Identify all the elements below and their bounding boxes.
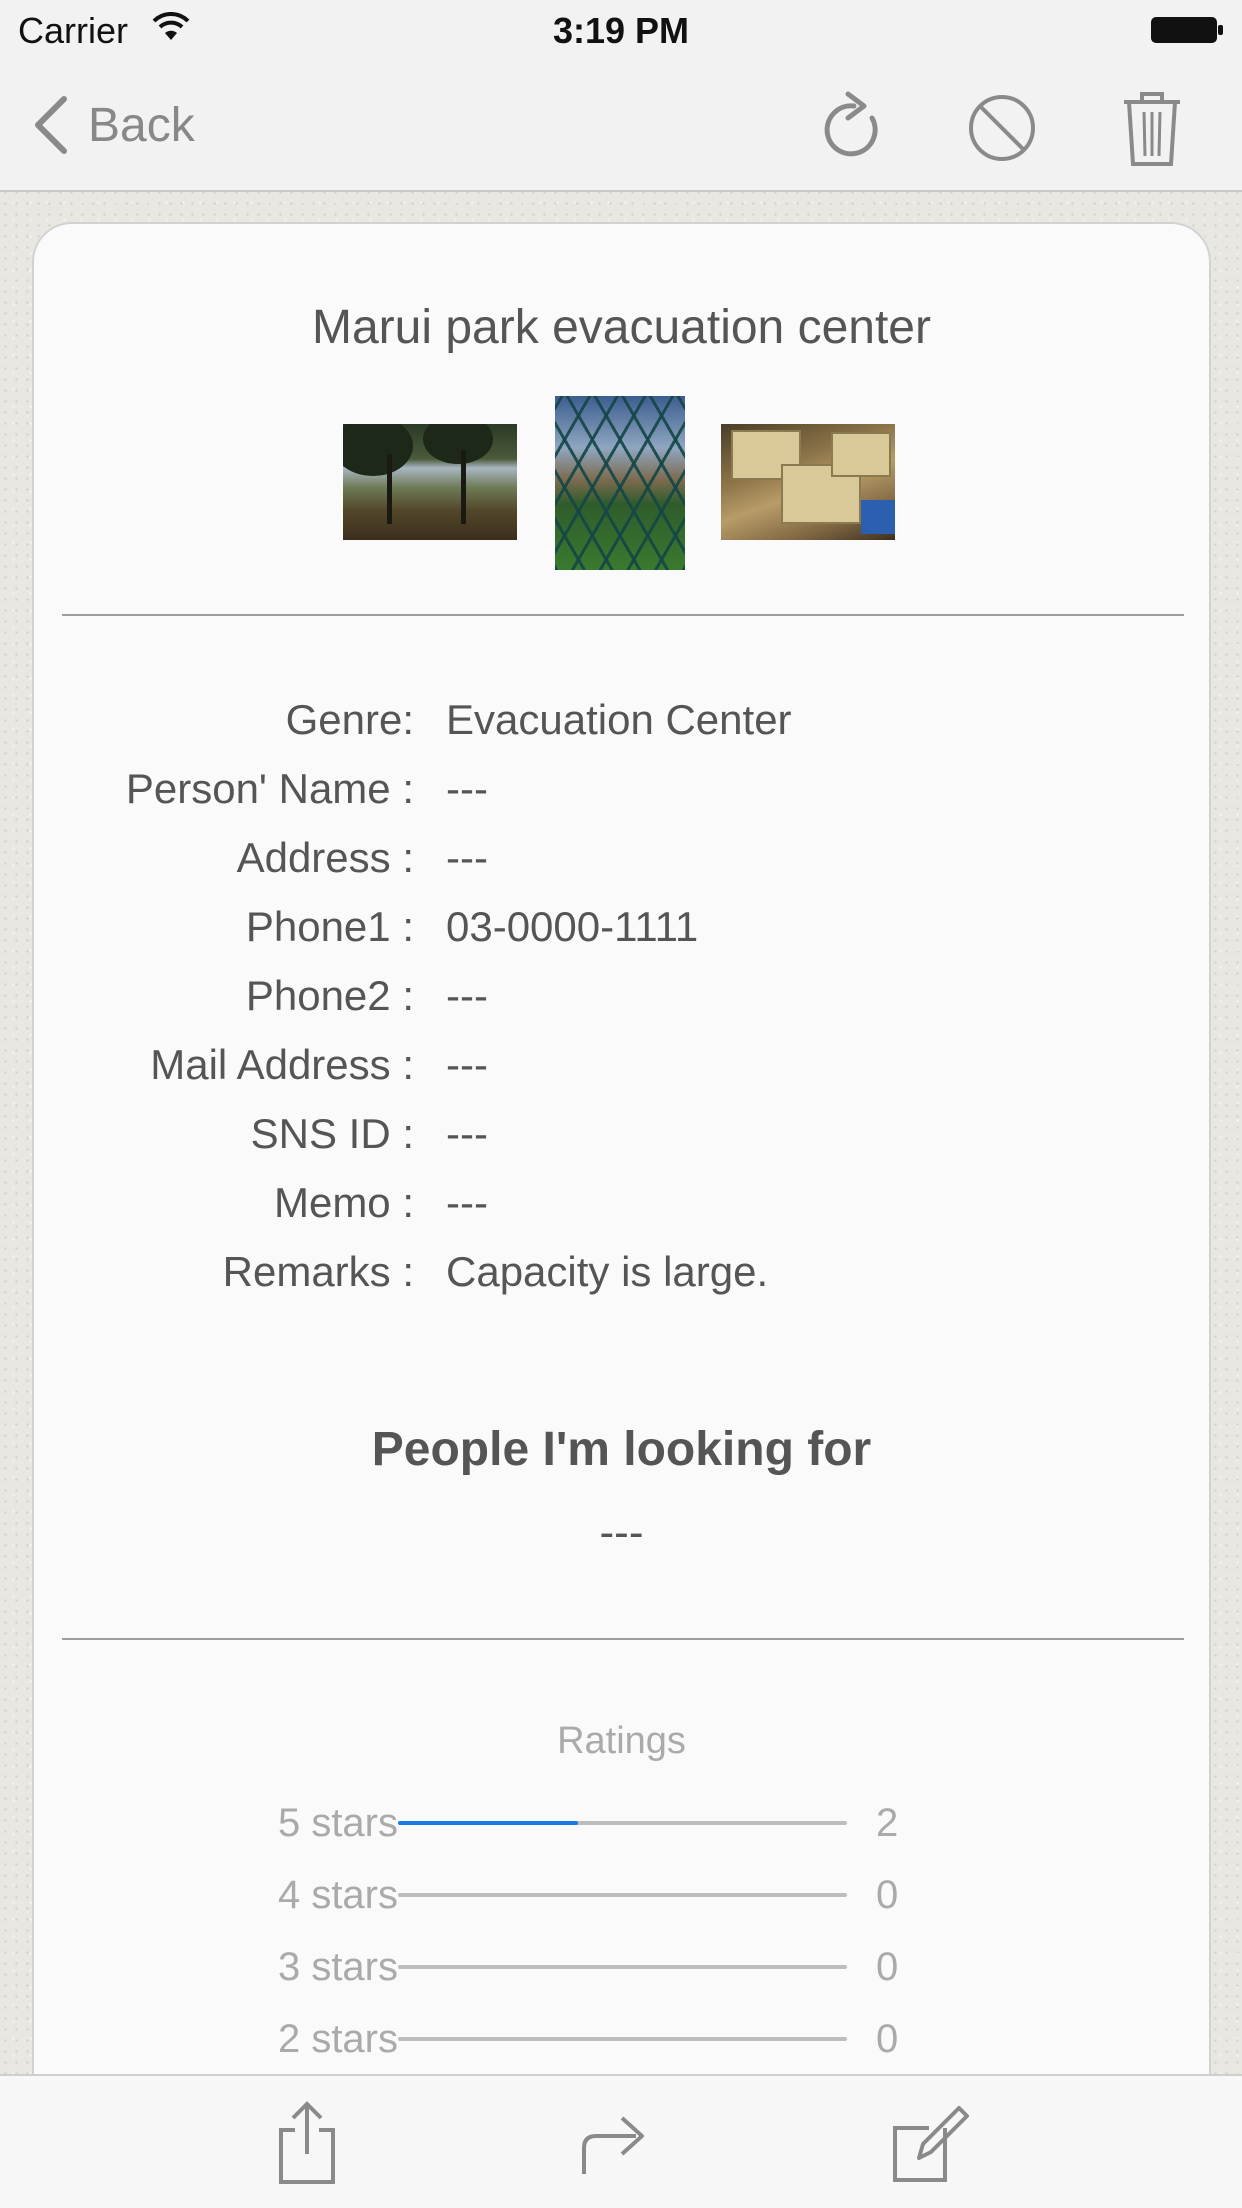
refresh-icon[interactable] — [814, 88, 890, 168]
rating-row-3-stars: 3 stars 0 — [34, 1942, 1209, 1992]
photo-thumbnail-park[interactable] — [343, 424, 517, 540]
field-label: SNS ID : — [250, 1110, 414, 1157]
battery-icon — [1151, 17, 1223, 43]
rating-bar — [398, 2037, 847, 2041]
divider — [62, 614, 1184, 616]
field-label: Phone1 : — [245, 903, 414, 950]
photo-thumbnail-fence[interactable] — [555, 396, 685, 570]
rating-label: 2 stars — [277, 2017, 398, 2061]
field-label: Mail Address : — [150, 1041, 414, 1088]
looking-for-value: --- — [599, 1508, 644, 1557]
field-address: Address : --- — [34, 828, 1209, 888]
field-memo: Memo : --- — [34, 1173, 1209, 1233]
rating-count: 2 — [876, 1801, 899, 1845]
rating-count: 0 — [876, 1873, 899, 1917]
looking-for-heading: People I'm looking for — [371, 1423, 872, 1476]
field-value: --- — [446, 1110, 488, 1157]
chevron-left-icon — [35, 96, 67, 154]
field-value: --- — [446, 972, 488, 1019]
rating-label: 5 stars — [277, 1801, 398, 1845]
status-time: 3:19 PM — [552, 10, 690, 51]
field-value: --- — [446, 765, 488, 812]
rating-bar — [398, 1965, 847, 1969]
field-label: Phone2 : — [245, 972, 414, 1019]
back-button[interactable]: Back — [30, 90, 195, 160]
forward-icon[interactable] — [574, 2100, 654, 2184]
rating-label: 4 stars — [277, 1873, 398, 1917]
bottom-toolbar — [0, 2074, 1242, 2208]
divider — [62, 1638, 1184, 1640]
rating-row-4-stars: 4 stars 0 — [34, 1870, 1209, 1920]
field-label: Person' Name : — [125, 765, 414, 812]
field-label: Remarks : — [222, 1248, 414, 1295]
rating-bar — [398, 1893, 847, 1897]
field-value: Capacity is large. — [446, 1248, 769, 1295]
rating-bar — [398, 1821, 847, 1825]
field-value: Evacuation Center — [446, 696, 792, 743]
rating-count: 0 — [876, 1945, 899, 1989]
edit-icon[interactable] — [889, 2100, 969, 2184]
field-value: --- — [446, 1179, 488, 1226]
photo-thumbnail-boxes[interactable] — [721, 424, 895, 540]
page-title: Marui park evacuation center — [312, 301, 931, 354]
field-mail-address: Mail Address : --- — [34, 1035, 1209, 1095]
ratings-title: Ratings — [557, 1720, 686, 1762]
field-value: --- — [446, 834, 488, 881]
share-icon[interactable] — [267, 2100, 347, 2184]
field-label: Memo : — [273, 1179, 414, 1226]
field-phone2: Phone2 : --- — [34, 966, 1209, 1026]
field-value: --- — [446, 1041, 488, 1088]
rating-count: 0 — [876, 2017, 899, 2061]
field-sns-id: SNS ID : --- — [34, 1104, 1209, 1164]
status-bar: Carrier 3:19 PM — [0, 0, 1242, 60]
detail-card: Marui park evacuation center Genre: Evac… — [32, 222, 1211, 2102]
rating-row-5-stars: 5 stars 2 — [34, 1798, 1209, 1848]
trash-icon[interactable] — [1114, 88, 1190, 168]
field-label: Address : — [236, 834, 414, 881]
block-icon[interactable] — [964, 88, 1040, 168]
rating-row-2-stars: 2 stars 0 — [34, 2014, 1209, 2064]
navigation-bar: Back — [0, 60, 1242, 192]
field-person-name: Person' Name : --- — [34, 759, 1209, 819]
field-value[interactable]: 03-0000-1111 — [446, 897, 698, 957]
rating-label: 3 stars — [277, 1945, 398, 1989]
field-remarks: Remarks : Capacity is large. — [34, 1242, 1209, 1302]
field-label: Genre: — [285, 696, 414, 743]
field-phone1: Phone1 : 03-0000-1111 — [34, 897, 1209, 957]
field-genre: Genre: Evacuation Center — [34, 690, 1209, 750]
back-label: Back — [88, 98, 195, 152]
